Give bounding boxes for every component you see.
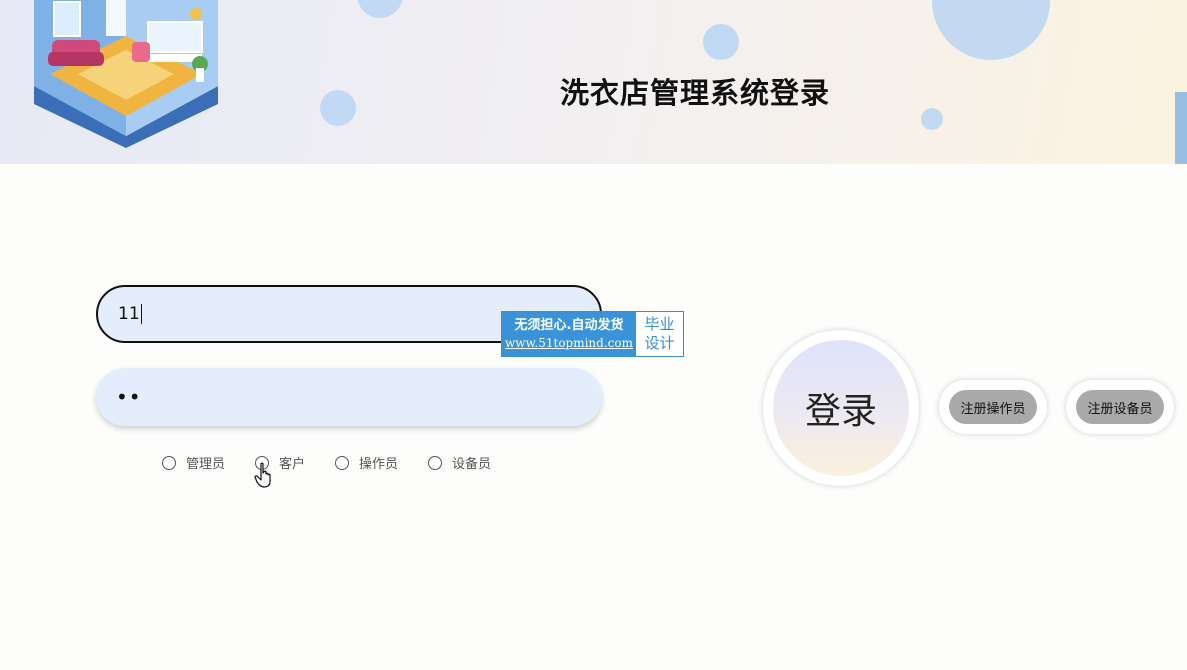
watermark-left: 无须担心.自动发货 www.51topmind.com: [502, 312, 636, 356]
radio-icon[interactable]: [428, 455, 443, 470]
role-option-admin[interactable]: 管理员: [162, 453, 225, 472]
register-equipment-label: 注册设备员: [1076, 390, 1164, 424]
watermark-right2: 设计: [644, 334, 675, 352]
decor-bubble: [921, 108, 943, 130]
watermark-right: 毕业 设计: [636, 312, 683, 356]
watermark-line2: www.51topmind.com: [505, 336, 633, 350]
register-operator-label: 注册操作员: [949, 390, 1037, 424]
room-illustration: [34, 0, 218, 148]
decor-bubble: [932, 0, 1050, 60]
role-label: 设备员: [452, 457, 492, 472]
password-mask: ••: [116, 385, 142, 409]
header-banner: 洗衣店管理系统登录: [0, 0, 1187, 164]
decor-bubble: [357, 0, 403, 18]
role-radio-group: 管理员 客户 操作员 设备员: [162, 453, 521, 472]
role-label: 管理员: [186, 457, 226, 472]
register-equipment-button[interactable]: 注册设备员: [1066, 380, 1174, 434]
pointer-hand-cursor-icon: [254, 462, 271, 488]
decor-bubble: [703, 24, 739, 60]
role-option-equipment[interactable]: 设备员: [428, 453, 491, 472]
decor-edge-mark: [1175, 92, 1187, 164]
text-caret: [140, 304, 142, 324]
decor-bubble: [320, 90, 356, 126]
register-operator-button[interactable]: 注册操作员: [939, 380, 1047, 434]
username-value: 11: [118, 304, 140, 324]
login-button-label: 登录: [773, 340, 909, 476]
role-option-operator[interactable]: 操作员: [335, 453, 398, 472]
login-button[interactable]: 登录: [763, 330, 919, 486]
password-input[interactable]: ••: [96, 368, 602, 426]
radio-icon[interactable]: [335, 455, 350, 470]
watermark-line1: 无须担心.自动发货: [514, 318, 624, 333]
role-label: 操作员: [359, 457, 399, 472]
page-title: 洗衣店管理系统登录: [559, 76, 830, 110]
role-label: 客户: [279, 457, 306, 472]
radio-icon[interactable]: [162, 455, 176, 470]
watermark-badge: 无须担心.自动发货 www.51topmind.com 毕业 设计: [501, 311, 684, 357]
watermark-right1: 毕业: [644, 315, 675, 333]
